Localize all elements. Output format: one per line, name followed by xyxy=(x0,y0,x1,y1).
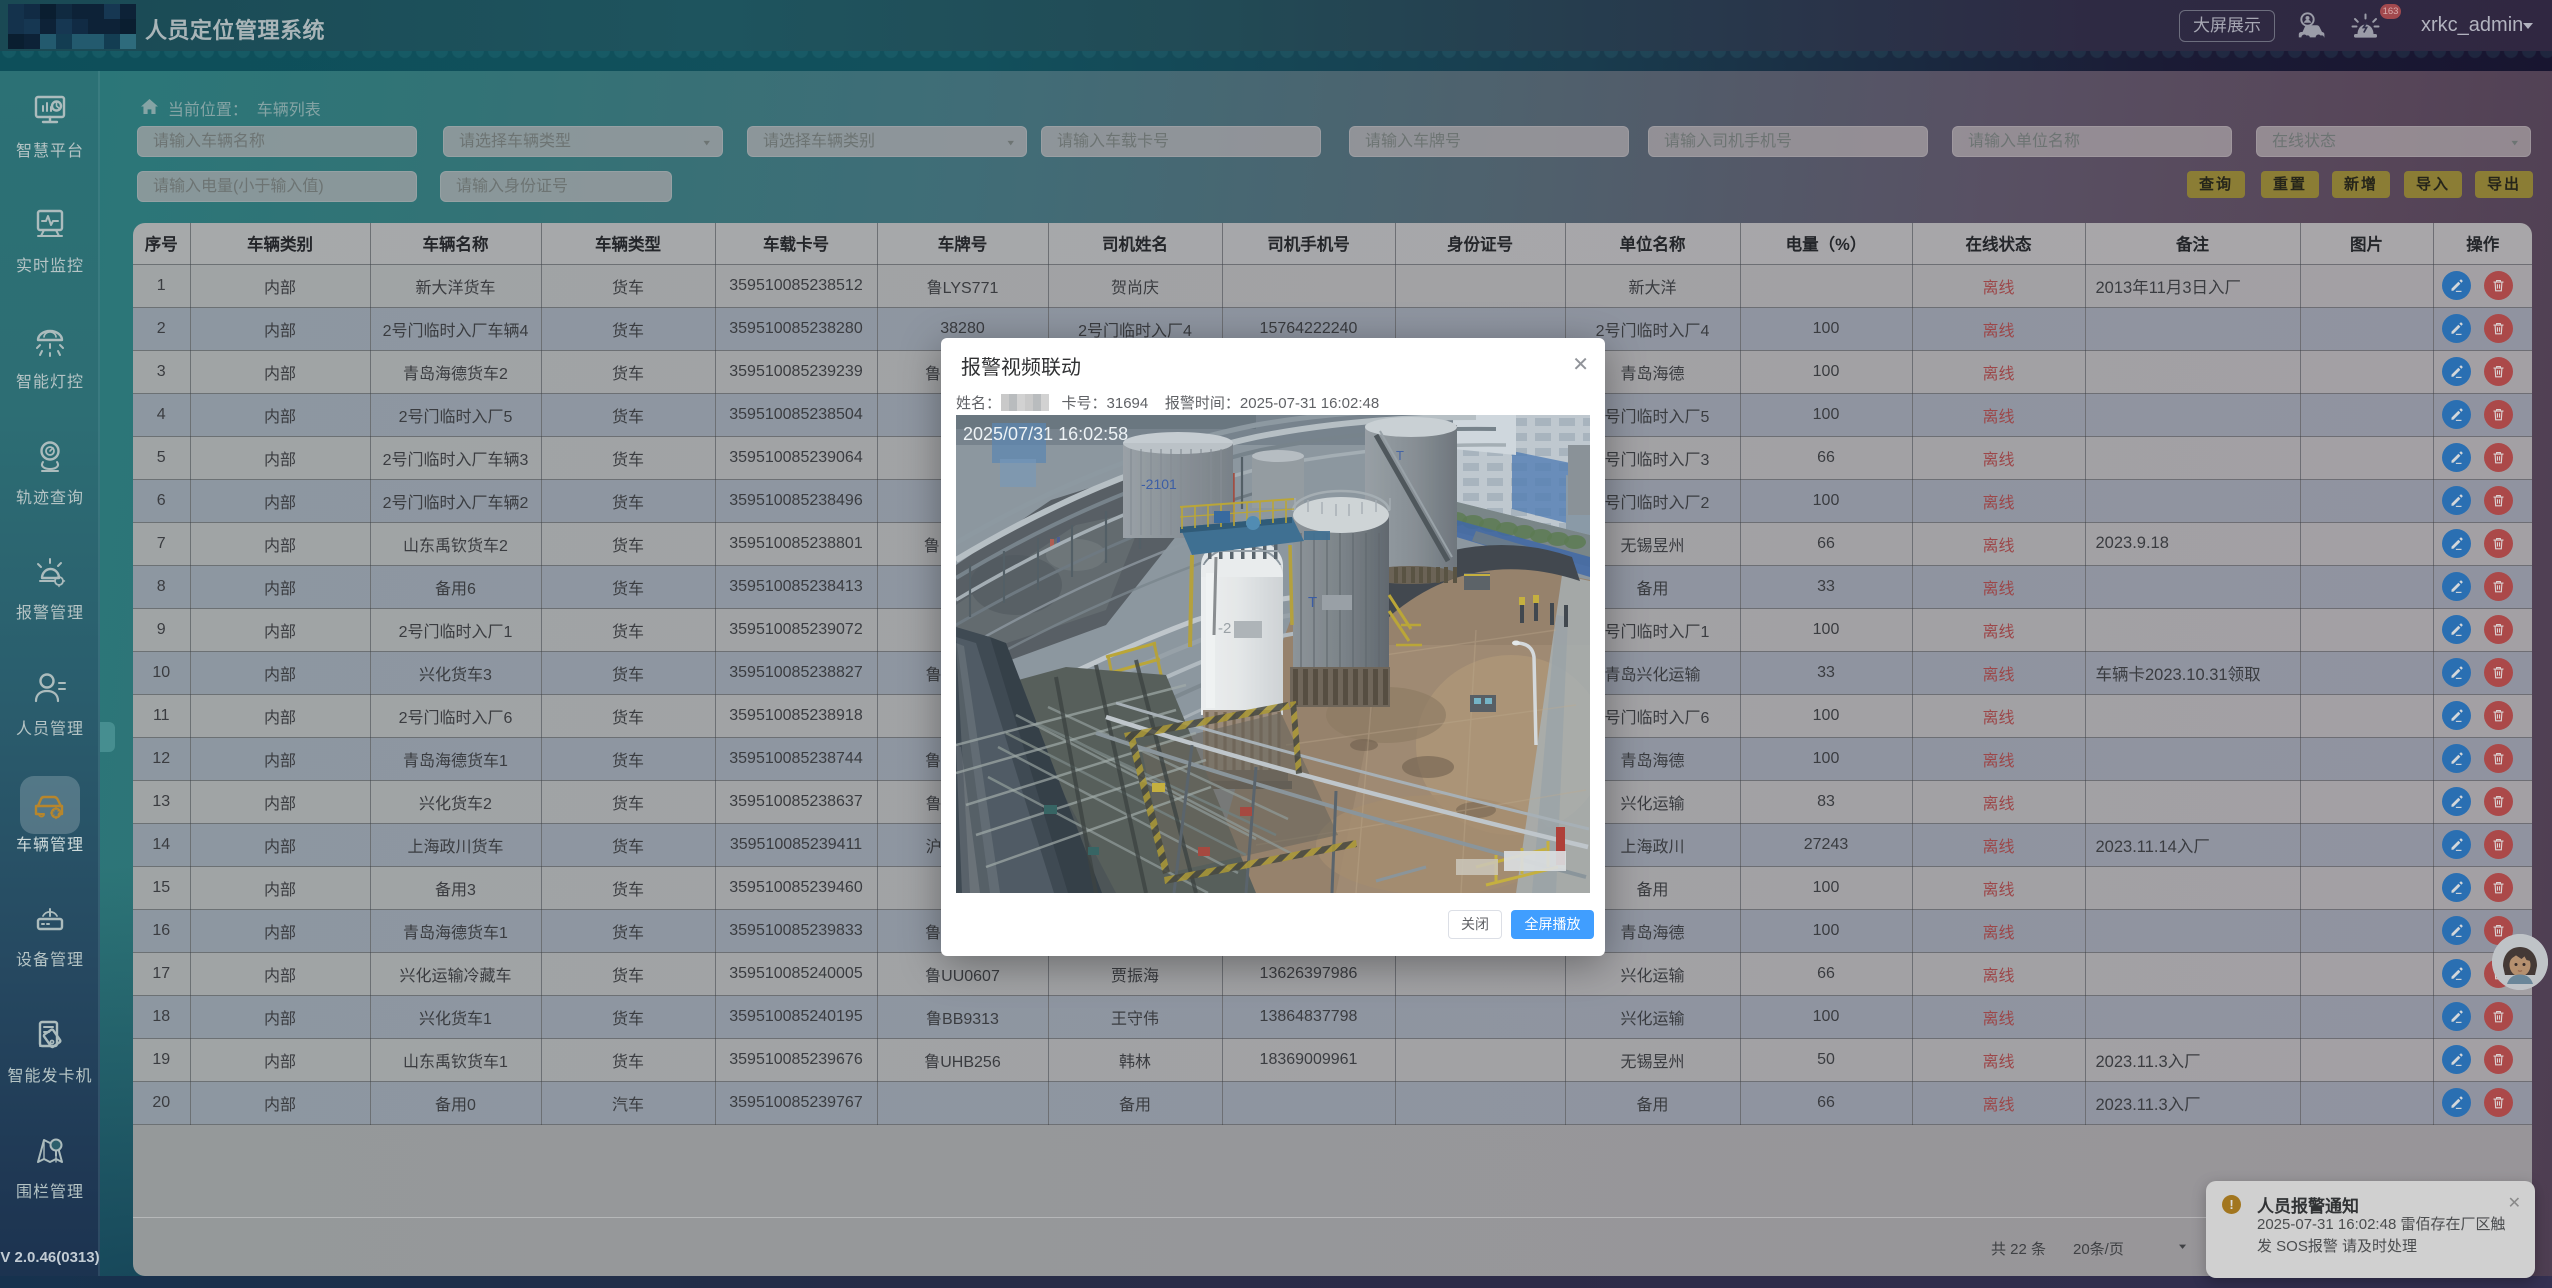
svg-text:2025/07/31 16:02:58: 2025/07/31 16:02:58 xyxy=(963,424,1128,444)
